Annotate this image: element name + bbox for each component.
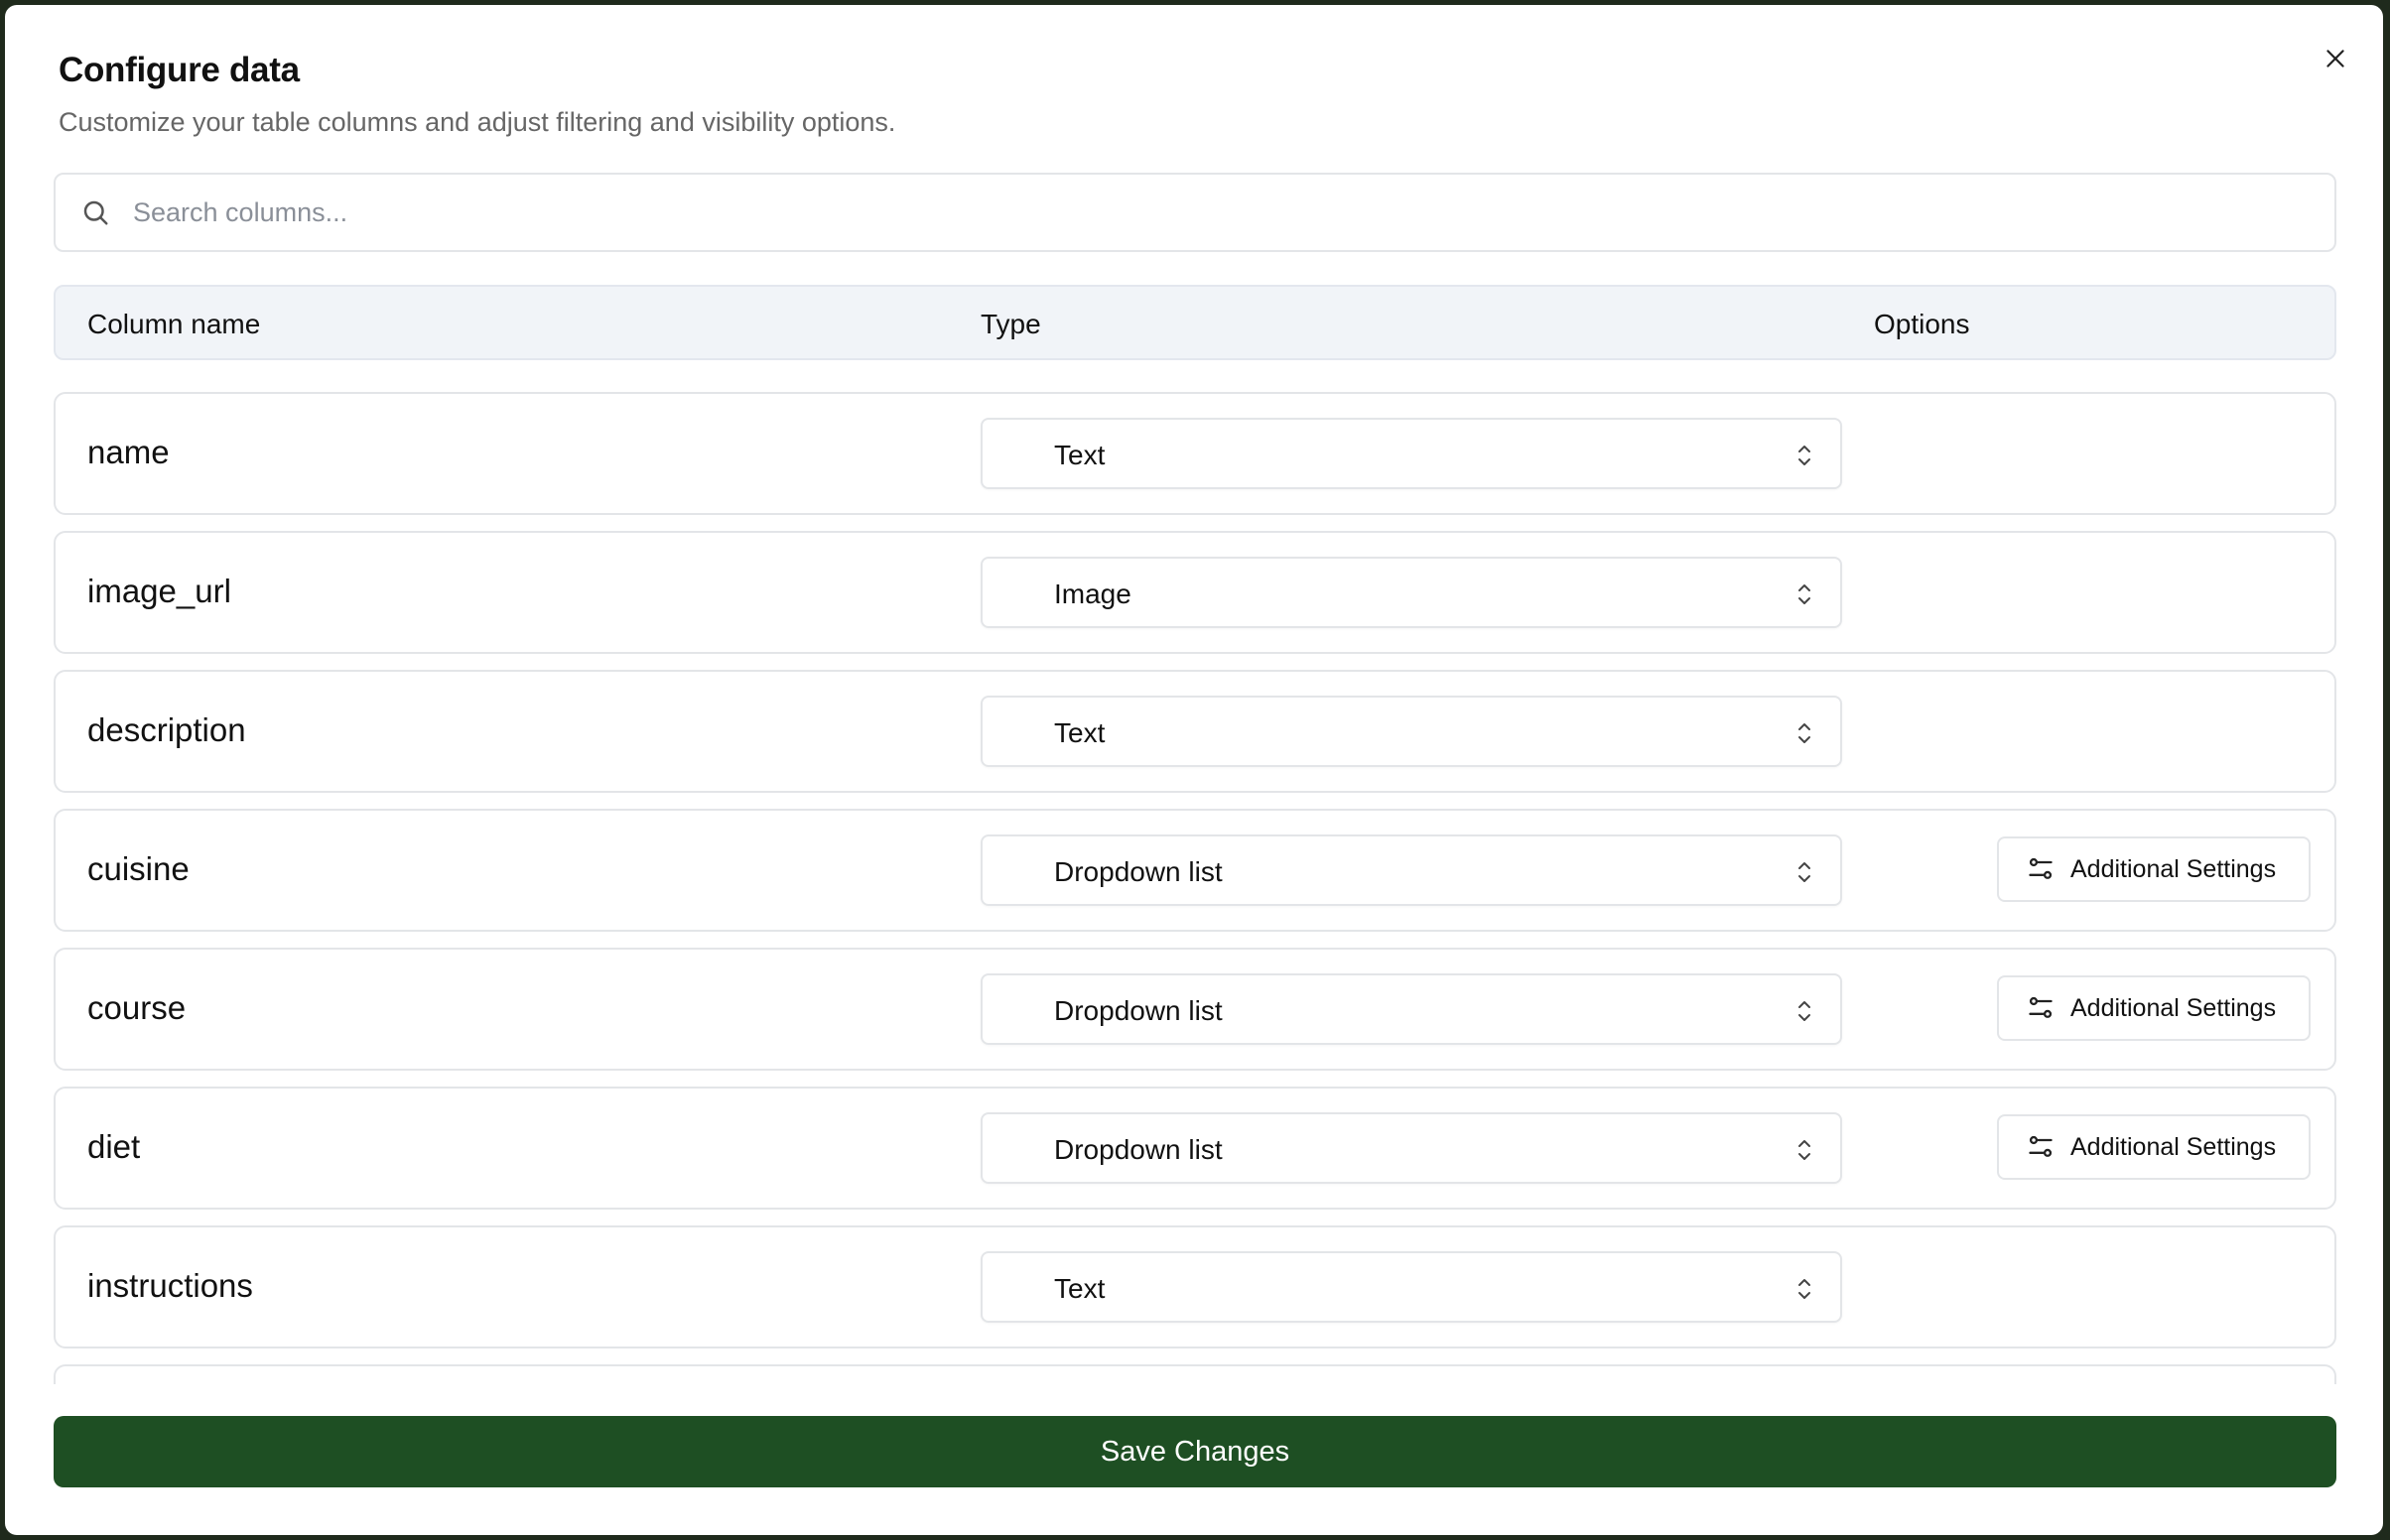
table-row: cuisine Dropdown list Additional Setting…: [54, 809, 2336, 932]
type-select[interactable]: Dropdown list: [981, 834, 1842, 906]
type-value: Dropdown list: [1054, 995, 1223, 1026]
table-row: course Dropdown list Additional Settings: [54, 948, 2336, 1071]
table-row: image_url Image: [54, 531, 2336, 654]
chevron-up-down-icon: [1798, 1279, 1810, 1299]
table-row: [54, 1364, 2336, 1384]
additional-settings-label: Additional Settings: [2070, 1132, 2277, 1161]
type-select[interactable]: Text: [981, 418, 1842, 489]
type-select[interactable]: Dropdown list: [981, 973, 1842, 1045]
search-icon: [79, 196, 111, 228]
type-value: Image: [1054, 578, 1131, 609]
search-box: [54, 173, 2336, 252]
type-select[interactable]: Text: [981, 696, 1842, 767]
save-changes-button[interactable]: Save Changes: [54, 1416, 2336, 1487]
additional-settings-button[interactable]: Additional Settings: [1997, 975, 2311, 1041]
type-select[interactable]: Dropdown list: [981, 1112, 1842, 1184]
chevron-up-down-icon: [1798, 584, 1810, 604]
column-name: course: [87, 989, 187, 1026]
table-row: name Text: [54, 392, 2336, 515]
options-header: Options: [1874, 309, 1970, 339]
search-input[interactable]: [131, 195, 2334, 229]
table-row: diet Dropdown list Additional Settings: [54, 1087, 2336, 1210]
column-name: description: [87, 711, 246, 748]
chevron-up-down-icon: [1798, 862, 1810, 882]
table-row: description Text: [54, 670, 2336, 793]
chevron-up-down-icon: [1798, 446, 1810, 465]
column-name: name: [87, 434, 170, 470]
type-value: Dropdown list: [1054, 1134, 1223, 1165]
chevron-up-down-icon: [1798, 1001, 1810, 1021]
additional-settings-label: Additional Settings: [2070, 854, 2277, 883]
sliders-icon: [2029, 1135, 2053, 1157]
additional-settings-label: Additional Settings: [2070, 993, 2277, 1022]
type-select[interactable]: Image: [981, 557, 1842, 628]
chevron-up-down-icon: [1798, 723, 1810, 743]
type-header: Type: [981, 309, 1041, 339]
dialog-subtitle: Customize your table columns and adjust …: [59, 107, 896, 137]
column-name: cuisine: [87, 850, 190, 887]
column-name: instructions: [87, 1267, 253, 1304]
close-button[interactable]: [2318, 41, 2353, 76]
type-value: Text: [1054, 717, 1106, 748]
additional-settings-button[interactable]: Additional Settings: [1997, 836, 2311, 902]
additional-settings-button[interactable]: Additional Settings: [1997, 1114, 2311, 1180]
table-row: instructions Text: [54, 1225, 2336, 1348]
type-value: Text: [1054, 440, 1106, 470]
sliders-icon: [2029, 857, 2053, 879]
close-icon: [2326, 50, 2344, 67]
table-header: Column name Type Options: [54, 285, 2336, 360]
dialog-title: Configure data: [59, 51, 300, 89]
chevron-up-down-icon: [1798, 1140, 1810, 1160]
type-select[interactable]: Text: [981, 1251, 1842, 1323]
type-value: Dropdown list: [1054, 856, 1223, 887]
column-name: diet: [87, 1128, 141, 1165]
column-name: image_url: [87, 573, 231, 609]
sliders-icon: [2029, 996, 2053, 1018]
column-name-header: Column name: [87, 309, 261, 339]
type-value: Text: [1054, 1273, 1106, 1304]
configure-data-dialog: Configure data Customize your table colu…: [5, 5, 2383, 1535]
column-list[interactable]: name Text image_url Image description Te…: [54, 392, 2336, 1384]
